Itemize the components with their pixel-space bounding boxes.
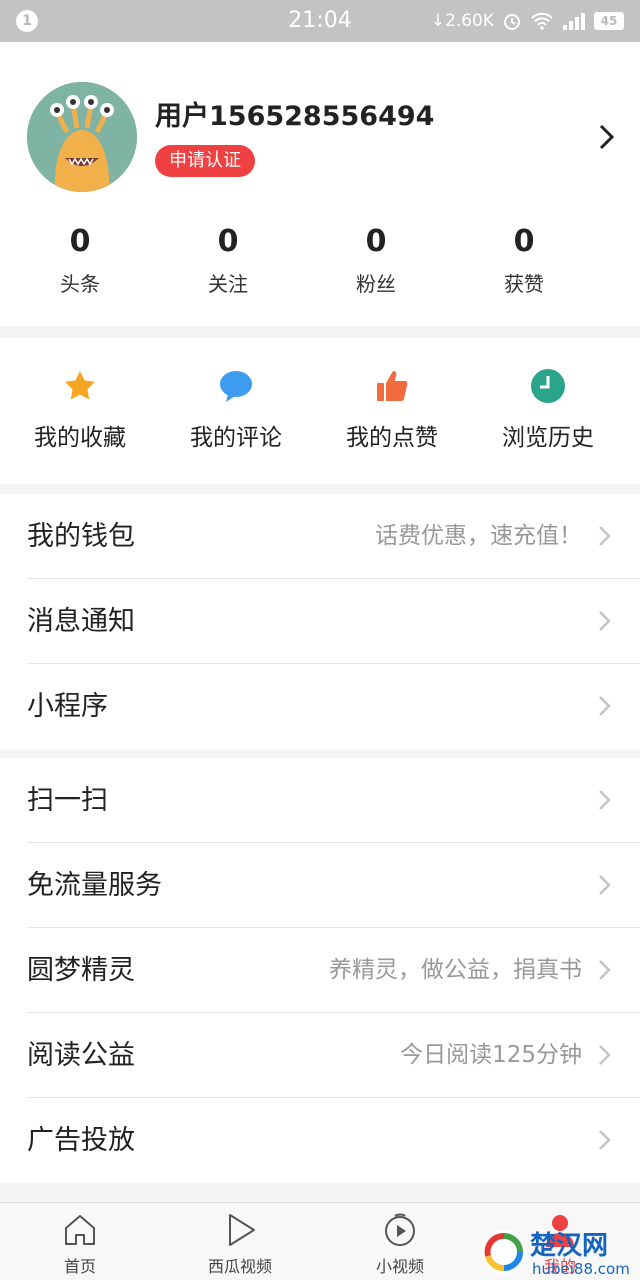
stat-label: 粉丝: [356, 272, 396, 296]
svg-text:hubei88.com: hubei88.com: [532, 1260, 630, 1278]
menu-item-mini-programs[interactable]: 小程序: [27, 664, 640, 749]
clock-icon: [531, 369, 565, 403]
tab-label: 首页: [63, 1257, 96, 1276]
avatar[interactable]: [27, 82, 137, 192]
status-indicators: ↓2.60K 45: [431, 0, 624, 42]
stat-label: 获赞: [504, 272, 544, 296]
thumbs-up-icon: [377, 371, 408, 401]
menu-item-hint: 今日阅读125分钟: [400, 1042, 582, 1068]
chevron-right-icon: [599, 696, 611, 716]
certify-button[interactable]: 申请认证: [155, 145, 255, 177]
wifi-icon: [531, 12, 553, 30]
signal-icon: [563, 13, 585, 30]
battery-icon: 45: [594, 12, 624, 30]
star-icon: [65, 371, 95, 400]
menu-item-dream-sprite[interactable]: 圆梦精灵 养精灵，做公益，捐真书: [27, 928, 640, 1013]
menu-item-label: 扫一扫: [27, 785, 108, 816]
chevron-right-icon: [599, 611, 611, 631]
menu-item-wallet[interactable]: 我的钱包 话费优惠，速充值！: [27, 494, 640, 579]
menu-group-2: 扫一扫 免流量服务 圆梦精灵 养精灵，做公益，捐真书 阅读公益 今日阅读125分…: [0, 758, 640, 1183]
status-bar: 1 21:04 ↓2.60K 45: [0, 0, 640, 42]
menu-item-label: 我的钱包: [27, 521, 135, 552]
chevron-right-icon[interactable]: [596, 122, 618, 152]
menu-item-label: 广告投放: [27, 1125, 135, 1156]
tab-short-video[interactable]: 小视频: [320, 1203, 480, 1280]
menu-item-reading-charity[interactable]: 阅读公益 今日阅读125分钟: [27, 1013, 640, 1098]
tab-home[interactable]: 首页: [0, 1203, 160, 1280]
chevron-right-icon: [599, 875, 611, 895]
menu-item-hint: 话费优惠，速充值！: [375, 523, 582, 549]
short-video-icon: [385, 1213, 415, 1246]
chevron-right-icon: [599, 960, 611, 980]
alarm-icon: [504, 14, 520, 30]
play-icon: [229, 1214, 255, 1246]
action-comments[interactable]: 我的评论: [156, 338, 316, 484]
action-history[interactable]: 浏览历史: [468, 338, 628, 484]
stat-label: 关注: [208, 272, 248, 296]
comment-icon: [220, 371, 252, 402]
menu-item-notifications[interactable]: 消息通知: [27, 579, 640, 664]
profile-card[interactable]: 用户156528556494 申请认证 0 头条 0 关注 0 粉丝 0 获赞: [0, 42, 640, 326]
menu-item-label: 免流量服务: [27, 870, 162, 901]
username: 用户156528556494: [155, 101, 435, 132]
stat-value: 0: [513, 224, 535, 259]
tab-label: 西瓜视频: [207, 1257, 272, 1276]
chevron-right-icon: [599, 1045, 611, 1065]
menu-item-advertising[interactable]: 广告投放: [27, 1098, 640, 1183]
menu-item-label: 圆梦精灵: [27, 955, 135, 986]
tab-xigua-video[interactable]: 西瓜视频: [160, 1203, 320, 1280]
stats-row: 0 头条 0 关注 0 粉丝 0 获赞: [0, 222, 640, 297]
chevron-right-icon: [599, 526, 611, 546]
stat-followers[interactable]: 0 粉丝: [296, 222, 456, 297]
action-likes[interactable]: 我的点赞: [312, 338, 472, 484]
site-watermark-logo: 楚汉网 hubei88.com: [482, 1230, 630, 1278]
quick-actions: 我的收藏 我的评论 我的点赞 浏览历史: [0, 338, 640, 484]
stat-value: 0: [365, 224, 387, 259]
stat-value: 0: [69, 224, 91, 259]
menu-group-1: 我的钱包 话费优惠，速充值！ 消息通知 小程序: [0, 494, 640, 749]
download-speed: ↓2.60K: [430, 11, 494, 31]
menu-item-free-data[interactable]: 免流量服务: [27, 843, 640, 928]
tab-label: 小视频: [375, 1257, 424, 1276]
action-favorites[interactable]: 我的收藏: [0, 338, 160, 484]
stat-following[interactable]: 0 关注: [148, 222, 308, 297]
stat-likes[interactable]: 0 获赞: [444, 222, 604, 297]
action-label: 我的收藏: [34, 425, 126, 451]
action-label: 我的点赞: [346, 425, 438, 451]
action-label: 浏览历史: [502, 425, 594, 451]
home-icon: [65, 1215, 95, 1245]
chevron-right-icon: [599, 1130, 611, 1150]
menu-item-label: 小程序: [27, 691, 108, 722]
stat-label: 头条: [60, 272, 100, 296]
stat-value: 0: [217, 224, 239, 259]
menu-item-label: 阅读公益: [27, 1040, 135, 1071]
monster-avatar-icon: [27, 82, 137, 192]
menu-item-scan[interactable]: 扫一扫: [27, 758, 640, 843]
stat-toutiao[interactable]: 0 头条: [0, 222, 160, 297]
net-speed-text: 2.60K: [445, 11, 494, 31]
chevron-right-icon: [599, 790, 611, 810]
svg-text:楚汉网: 楚汉网: [530, 1231, 608, 1261]
menu-item-label: 消息通知: [27, 606, 135, 637]
action-label: 我的评论: [190, 425, 282, 451]
menu-item-hint: 养精灵，做公益，捐真书: [329, 957, 582, 983]
